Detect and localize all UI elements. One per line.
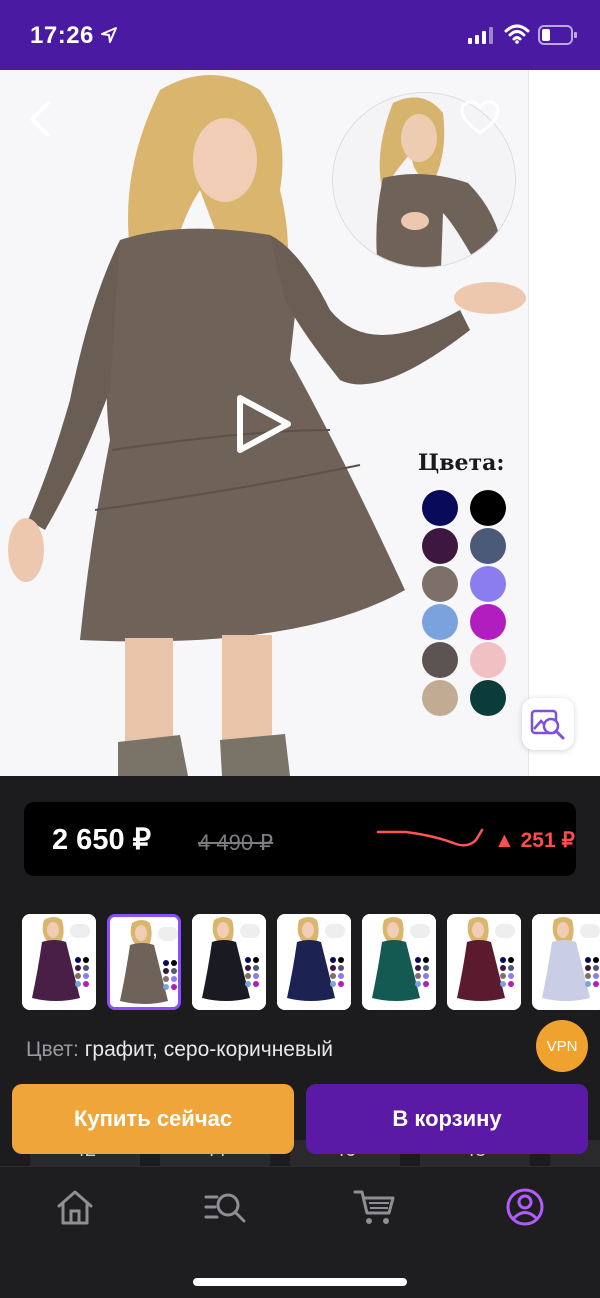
share-button[interactable] <box>540 94 580 140</box>
tab-catalog-search[interactable] <box>203 1185 247 1229</box>
home-icon <box>57 1190 93 1225</box>
color-swatch <box>422 490 458 526</box>
back-button[interactable] <box>20 96 60 142</box>
color-swatch <box>470 566 506 602</box>
battery-icon <box>538 25 578 50</box>
variant-thumbnail[interactable] <box>532 914 600 1010</box>
current-price: 2 650 ₽ <box>52 824 152 856</box>
variant-thumbnail[interactable] <box>107 914 181 1010</box>
color-swatch <box>422 604 458 640</box>
tab-cart[interactable] <box>353 1185 397 1229</box>
color-swatch <box>422 528 458 564</box>
play-icon <box>237 395 291 453</box>
color-swatch <box>422 642 458 678</box>
color-swatch <box>470 528 506 564</box>
color-value: графит, серо-коричневый <box>84 1038 333 1061</box>
status-time: 17:26 <box>30 22 94 49</box>
tab-profile[interactable] <box>503 1185 547 1229</box>
product-image[interactable]: Цвета: <box>0 70 600 776</box>
color-swatch <box>470 490 506 526</box>
add-to-cart-button[interactable]: В корзину <box>306 1084 588 1154</box>
cart-icon <box>353 1190 395 1224</box>
favorite-button[interactable] <box>458 96 502 140</box>
tab-home[interactable] <box>53 1185 97 1229</box>
product-page: 17:26 Цвета: 2 650 ₽ 4 490 ₽ ▲ 251 ₽ Цве… <box>0 0 600 1298</box>
variant-thumbnail[interactable] <box>22 914 96 1010</box>
color-variant-thumbnails <box>0 912 600 1012</box>
profile-icon <box>506 1188 544 1226</box>
image-search-button[interactable] <box>522 698 574 750</box>
color-swatch <box>470 680 506 716</box>
home-indicator <box>193 1278 407 1286</box>
color-swatch <box>470 642 506 678</box>
status-bar: 17:26 <box>0 0 600 70</box>
image-search-icon <box>530 709 565 740</box>
price-change: ▲ 251 ₽ <box>494 829 575 852</box>
play-video-button[interactable] <box>226 388 298 460</box>
price-bar[interactable]: 2 650 ₽ 4 490 ₽ ▲ 251 ₽ <box>24 802 576 876</box>
vpn-badge[interactable]: VPN <box>536 1020 588 1072</box>
heart-icon <box>460 100 500 135</box>
signal-icon <box>468 26 494 49</box>
search-list-icon <box>204 1193 246 1223</box>
wifi-icon <box>504 24 530 49</box>
color-swatch <box>422 566 458 602</box>
share-icon <box>545 98 575 137</box>
next-image-edge <box>528 70 600 776</box>
chevron-left-icon <box>30 101 50 137</box>
color-label: Цвет: <box>26 1038 79 1061</box>
location-arrow-icon <box>100 26 118 49</box>
variant-thumbnail[interactable] <box>447 914 521 1010</box>
color-swatch <box>422 680 458 716</box>
old-price: 4 490 ₽ <box>198 830 274 855</box>
colors-title: Цвета: <box>418 450 505 476</box>
selected-color-info: Цвет: графит, серо-коричневый <box>26 1038 333 1062</box>
price-history-sparkline <box>376 828 484 847</box>
variant-thumbnail[interactable] <box>277 914 351 1010</box>
variant-thumbnail[interactable] <box>362 914 436 1010</box>
color-swatch <box>470 604 506 640</box>
buy-now-button[interactable]: Купить сейчас <box>12 1084 294 1154</box>
variant-thumbnail[interactable] <box>192 914 266 1010</box>
